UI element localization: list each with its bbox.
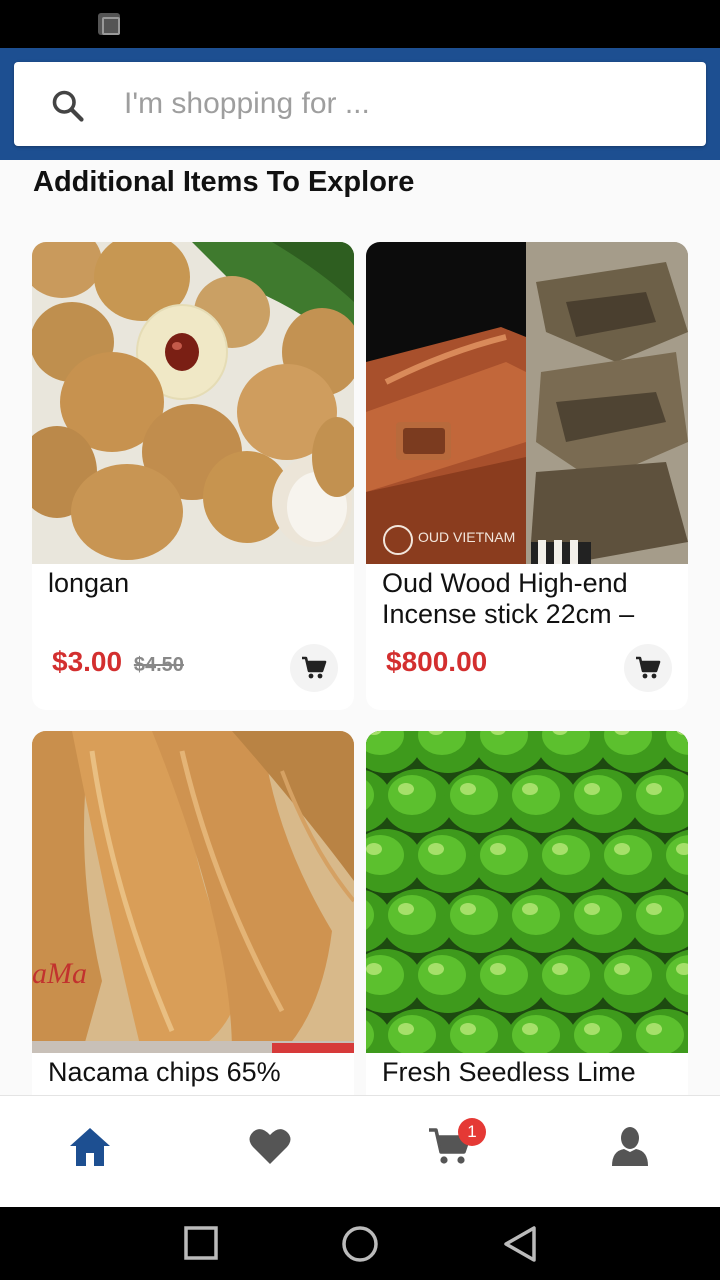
nacama-watermark: aMa bbox=[32, 957, 87, 990]
search-box[interactable] bbox=[14, 62, 706, 146]
nav-account[interactable] bbox=[608, 1126, 658, 1176]
nav-cart[interactable]: 1 bbox=[428, 1118, 486, 1176]
home-icon bbox=[70, 1128, 110, 1166]
nav-home[interactable] bbox=[68, 1126, 118, 1176]
product-image-limes[interactable] bbox=[366, 731, 688, 1053]
product-name[interactable]: Oud Wood High-end Incense stick 22cm – bbox=[382, 568, 677, 630]
heart-icon bbox=[249, 1129, 291, 1164]
system-navigation-bar bbox=[0, 1207, 720, 1280]
search-icon bbox=[52, 90, 84, 122]
cart-icon bbox=[302, 656, 327, 679]
product-name[interactable]: Nacama chips 65% bbox=[48, 1057, 343, 1088]
cart-count-badge: 1 bbox=[458, 1118, 486, 1146]
product-card[interactable]: Fresh Seedless Lime bbox=[366, 731, 688, 1095]
status-bar bbox=[0, 0, 720, 48]
section-title: Additional Items To Explore bbox=[33, 166, 415, 198]
original-price: $4.50 bbox=[133, 654, 184, 676]
product-card[interactable]: longan $3.00 $4.50 bbox=[32, 242, 354, 710]
oud-vietnam-watermark: OUD VIETNAM bbox=[418, 529, 515, 545]
product-card[interactable]: OUD VIETNAM Oud Wood High-end Incense st… bbox=[366, 242, 688, 710]
product-image-oud-wood[interactable]: OUD VIETNAM bbox=[366, 242, 688, 564]
add-to-cart-button[interactable] bbox=[624, 644, 672, 692]
recents-button[interactable] bbox=[183, 1225, 219, 1261]
product-name[interactable]: longan bbox=[48, 568, 343, 599]
product-image-longan[interactable] bbox=[32, 242, 354, 564]
product-feed[interactable]: longan $3.00 $4.50 OUD VIETNAM Oud Wood … bbox=[0, 160, 720, 1095]
add-to-cart-button[interactable] bbox=[290, 644, 338, 692]
product-image-nacama-chips[interactable]: aMa bbox=[32, 731, 354, 1053]
product-price: $800.00 bbox=[386, 646, 487, 678]
back-button[interactable] bbox=[502, 1225, 538, 1263]
product-price: $3.00 $4.50 bbox=[52, 646, 184, 678]
current-price: $800.00 bbox=[386, 646, 488, 677]
cart-icon bbox=[636, 656, 661, 679]
gallery-notification-icon bbox=[98, 13, 120, 35]
bottom-navigation: 1 bbox=[0, 1095, 720, 1207]
home-button[interactable] bbox=[341, 1225, 379, 1263]
nav-favorites[interactable] bbox=[248, 1126, 298, 1176]
app-header bbox=[0, 48, 720, 160]
product-card[interactable]: aMa Nacama chips 65% bbox=[32, 731, 354, 1095]
search-input[interactable] bbox=[124, 80, 684, 128]
account-icon bbox=[612, 1127, 648, 1166]
current-price: $3.00 bbox=[52, 646, 123, 677]
product-name[interactable]: Fresh Seedless Lime bbox=[382, 1057, 677, 1088]
